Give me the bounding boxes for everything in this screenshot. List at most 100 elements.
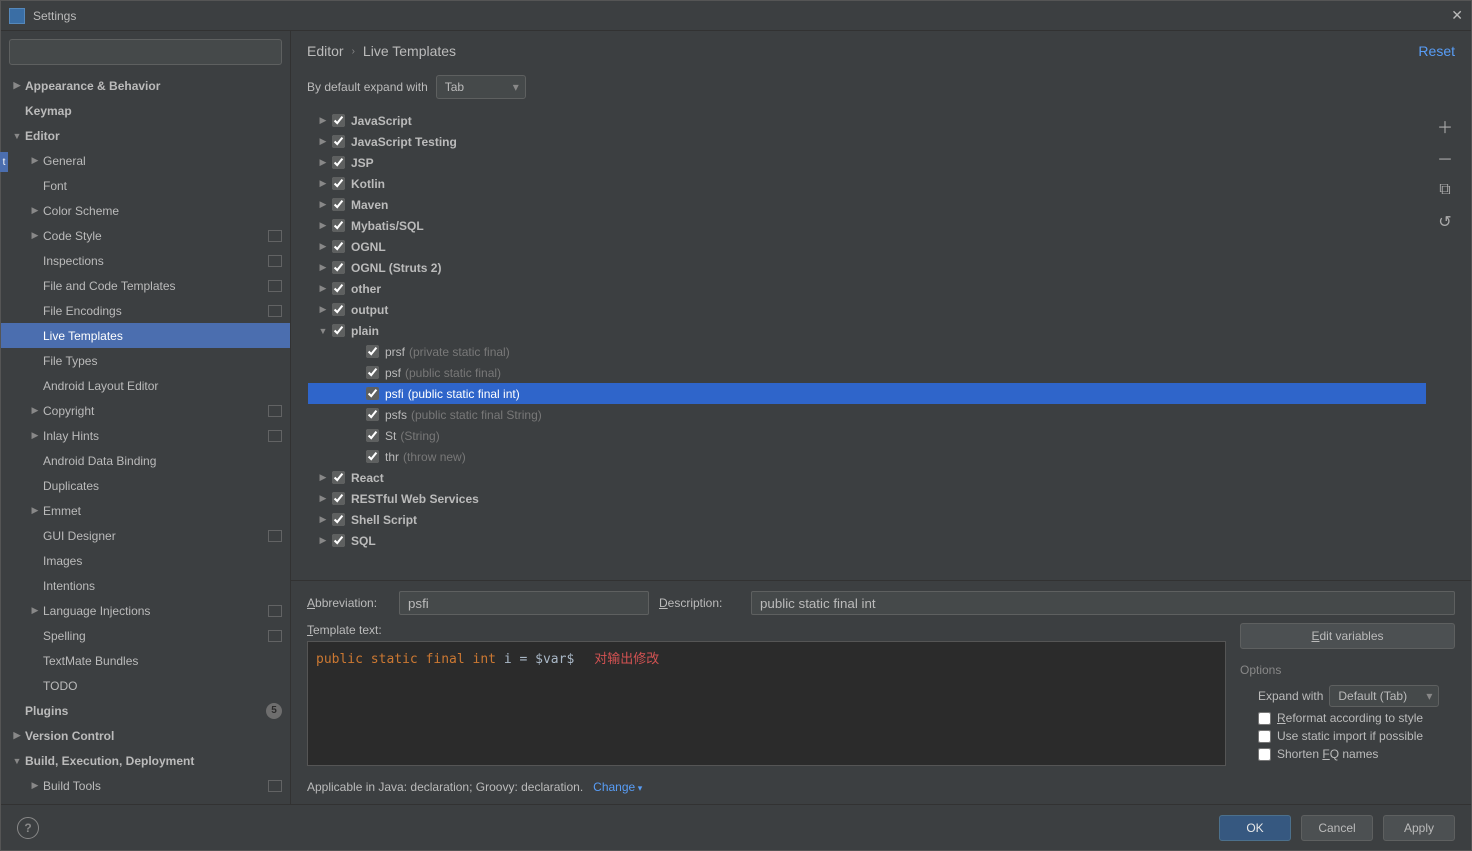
sidebar-item-plugins[interactable]: Plugins5 <box>1 698 290 723</box>
expand-arrow-icon[interactable] <box>9 80 25 91</box>
template-list[interactable]: JavaScriptJavaScript TestingJSPKotlinMav… <box>307 109 1427 580</box>
expand-arrow-icon[interactable] <box>314 535 332 546</box>
sidebar-item-inspections[interactable]: Inspections <box>1 248 290 273</box>
template-group-restful-web-services[interactable]: RESTful Web Services <box>308 488 1426 509</box>
expand-arrow-icon[interactable] <box>314 472 332 483</box>
template-group-plain[interactable]: plain <box>308 320 1426 341</box>
sidebar-item-file-encodings[interactable]: File Encodings <box>1 298 290 323</box>
edit-variables-button[interactable]: Edit variables <box>1240 623 1455 649</box>
sidebar-item-todo[interactable]: TODO <box>1 673 290 698</box>
apply-button[interactable]: Apply <box>1383 815 1455 841</box>
template-checkbox[interactable] <box>332 177 345 190</box>
copy-template-button[interactable]: ⧉ <box>1434 179 1456 201</box>
template-checkbox[interactable] <box>366 387 379 400</box>
cancel-button[interactable]: Cancel <box>1301 815 1373 841</box>
template-checkbox[interactable] <box>332 219 345 232</box>
template-item-psfs[interactable]: psfs(public static final String) <box>308 404 1426 425</box>
sidebar-item-live-templates[interactable]: Live Templates <box>1 323 290 348</box>
expand-arrow-icon[interactable] <box>314 241 332 252</box>
template-group-maven[interactable]: Maven <box>308 194 1426 215</box>
expand-arrow-icon[interactable] <box>314 262 332 273</box>
sidebar-item-inlay-hints[interactable]: Inlay Hints <box>1 423 290 448</box>
sidebar-item-file-and-code-templates[interactable]: File and Code Templates <box>1 273 290 298</box>
sidebar-item-spelling[interactable]: Spelling <box>1 623 290 648</box>
sidebar-item-android-layout-editor[interactable]: Android Layout Editor <box>1 373 290 398</box>
expand-arrow-icon[interactable] <box>27 605 43 616</box>
reformat-checkbox[interactable] <box>1258 712 1271 725</box>
template-text-editor[interactable]: public static final int i = $var$对输出修改 <box>307 641 1226 766</box>
sidebar-item-font[interactable]: Font <box>1 173 290 198</box>
sidebar-item-gui-designer[interactable]: GUI Designer <box>1 523 290 548</box>
template-checkbox[interactable] <box>366 429 379 442</box>
expand-arrow-icon[interactable] <box>314 304 332 315</box>
template-checkbox[interactable] <box>332 534 345 547</box>
expand-arrow-icon[interactable] <box>27 405 43 416</box>
template-group-ognl[interactable]: OGNL <box>308 236 1426 257</box>
expand-arrow-icon[interactable] <box>314 220 332 231</box>
sidebar-item-android-data-binding[interactable]: Android Data Binding <box>1 448 290 473</box>
sidebar-item-duplicates[interactable]: Duplicates <box>1 473 290 498</box>
template-checkbox[interactable] <box>332 303 345 316</box>
sidebar-item-language-injections[interactable]: Language Injections <box>1 598 290 623</box>
template-group-mybatis-sql[interactable]: Mybatis/SQL <box>308 215 1426 236</box>
template-checkbox[interactable] <box>332 471 345 484</box>
template-group-javascript-testing[interactable]: JavaScript Testing <box>308 131 1426 152</box>
sidebar-item-emmet[interactable]: Emmet <box>1 498 290 523</box>
template-item-psf[interactable]: psf(public static final) <box>308 362 1426 383</box>
sidebar-item-copyright[interactable]: Copyright <box>1 398 290 423</box>
template-group-kotlin[interactable]: Kotlin <box>308 173 1426 194</box>
template-checkbox[interactable] <box>332 135 345 148</box>
template-group-react[interactable]: React <box>308 467 1426 488</box>
sidebar-item-textmate-bundles[interactable]: TextMate Bundles <box>1 648 290 673</box>
template-checkbox[interactable] <box>332 282 345 295</box>
template-group-jsp[interactable]: JSP <box>308 152 1426 173</box>
sidebar-item-version-control[interactable]: Version Control <box>1 723 290 748</box>
template-checkbox[interactable] <box>332 240 345 253</box>
template-checkbox[interactable] <box>366 366 379 379</box>
sidebar-item-editor[interactable]: Editor <box>1 123 290 148</box>
expand-arrow-icon[interactable] <box>314 136 332 147</box>
abbreviation-input[interactable] <box>399 591 649 615</box>
expand-arrow-icon[interactable] <box>314 115 332 126</box>
sidebar-item-code-style[interactable]: Code Style <box>1 223 290 248</box>
add-template-button[interactable]: ＋ <box>1434 115 1456 137</box>
template-checkbox[interactable] <box>332 492 345 505</box>
change-context-button[interactable]: Change <box>593 780 642 794</box>
expand-arrow-icon[interactable] <box>314 199 332 210</box>
reset-button[interactable]: Reset <box>1418 43 1455 59</box>
expand-arrow-icon[interactable] <box>314 514 332 525</box>
expand-arrow-icon[interactable] <box>27 230 43 241</box>
template-item-thr[interactable]: thr(throw new) <box>308 446 1426 467</box>
template-group-javascript[interactable]: JavaScript <box>308 110 1426 131</box>
expand-arrow-icon[interactable] <box>27 780 43 791</box>
settings-tree[interactable]: Appearance & BehaviorKeymapEditorGeneral… <box>1 73 290 804</box>
template-group-output[interactable]: output <box>308 299 1426 320</box>
static-import-checkbox[interactable] <box>1258 730 1271 743</box>
expand-arrow-icon[interactable] <box>9 730 25 741</box>
expand-arrow-icon[interactable] <box>314 493 332 504</box>
sidebar-item-keymap[interactable]: Keymap <box>1 98 290 123</box>
remove-template-button[interactable]: － <box>1434 147 1456 169</box>
template-group-shell-script[interactable]: Shell Script <box>308 509 1426 530</box>
shorten-fq-checkbox[interactable] <box>1258 748 1271 761</box>
description-input[interactable] <box>751 591 1455 615</box>
expand-arrow-icon[interactable] <box>27 430 43 441</box>
sidebar-item-appearance-behavior[interactable]: Appearance & Behavior <box>1 73 290 98</box>
template-item-St[interactable]: St(String) <box>308 425 1426 446</box>
search-input[interactable] <box>9 39 282 65</box>
sidebar-item-build-execution-deployment[interactable]: Build, Execution, Deployment <box>1 748 290 773</box>
sidebar-item-build-tools[interactable]: Build Tools <box>1 773 290 798</box>
sidebar-item-general[interactable]: General <box>1 148 290 173</box>
close-icon[interactable]: ✕ <box>1451 7 1463 24</box>
template-checkbox[interactable] <box>366 450 379 463</box>
sidebar-item-images[interactable]: Images <box>1 548 290 573</box>
template-checkbox[interactable] <box>366 408 379 421</box>
expand-arrow-icon[interactable] <box>27 155 43 166</box>
template-checkbox[interactable] <box>332 324 345 337</box>
template-checkbox[interactable] <box>332 156 345 169</box>
sidebar-item-file-types[interactable]: File Types <box>1 348 290 373</box>
template-checkbox[interactable] <box>366 345 379 358</box>
template-checkbox[interactable] <box>332 114 345 127</box>
help-button[interactable]: ? <box>17 817 39 839</box>
expand-arrow-icon[interactable] <box>314 326 332 336</box>
